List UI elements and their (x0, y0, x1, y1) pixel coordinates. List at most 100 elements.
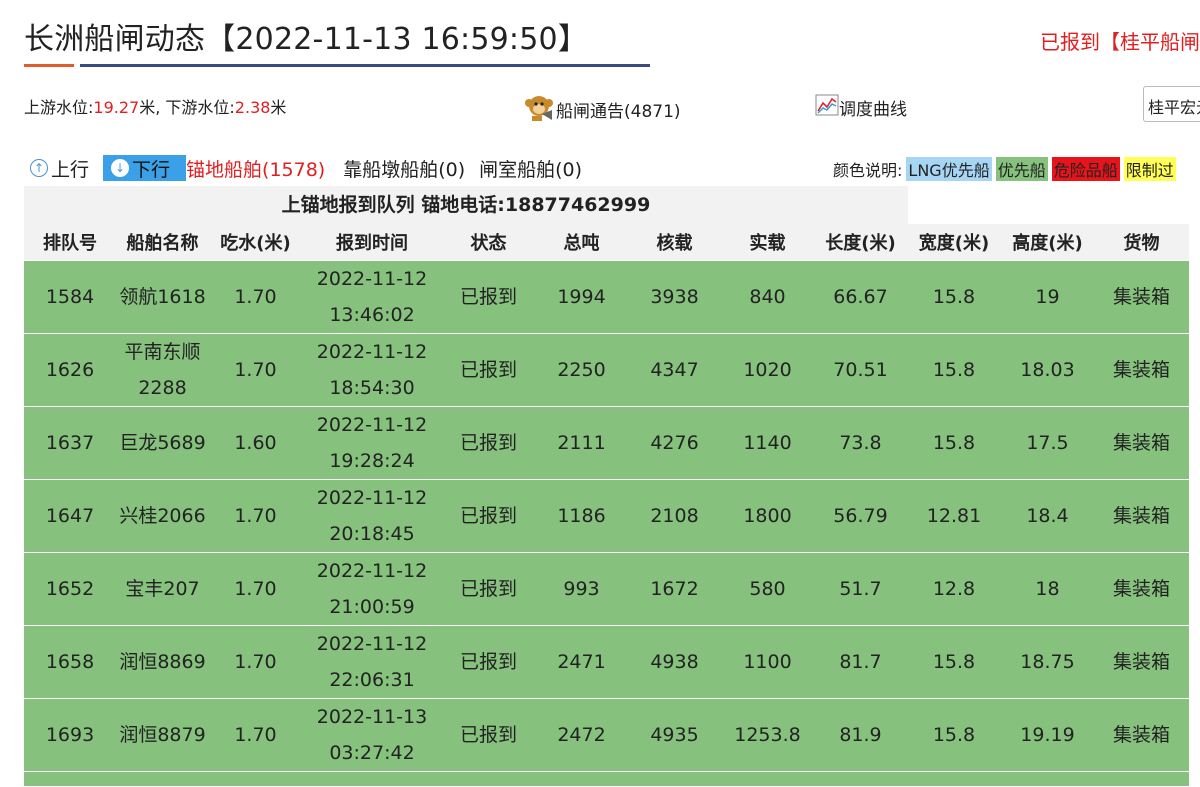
cell-draft: 1.70 (209, 625, 302, 699)
reported-status-link[interactable]: 已报到【桂平船闸 (1040, 26, 1200, 55)
cell-actual-load: 1800 (721, 479, 814, 553)
col-cargo[interactable]: 货物 (1094, 224, 1189, 261)
cell-cargo: 集装箱 (1094, 260, 1189, 334)
lock-notice-link[interactable]: 船闸通告(4871) (522, 92, 681, 127)
report-clock: 21:00:59 (329, 596, 415, 618)
table-row[interactable]: 1637 巨龙5689 1.60 2022-11-12 19:28:24 已报到 2111 4… (24, 406, 1189, 480)
title-underline-accent (24, 64, 74, 67)
col-actual-load[interactable]: 实载 (721, 224, 814, 261)
cell-cargo: 集装箱 (1094, 333, 1189, 407)
report-clock: 13:46:02 (329, 304, 415, 326)
cell-ship-name: 宝丰207 (116, 552, 209, 626)
cell-length: 73.8 (814, 406, 907, 480)
cell-height: 19 (1001, 260, 1094, 334)
direction-tabs: ↑ 上行 ↓ 下行 锚地船舶(1578) 靠船墩船舶(0) 闸室船舶(0) (30, 154, 596, 182)
table-row[interactable] (24, 771, 1189, 787)
col-status[interactable]: 状态 (442, 224, 535, 261)
report-date: 2022-11-12 (316, 414, 428, 436)
tab-upstream-label: 上行 (51, 158, 90, 181)
cell-actual-load: 1020 (721, 333, 814, 407)
cell-ship-name: 平南东顺 2288 (116, 333, 209, 407)
tab-anchorage-ships[interactable]: 锚地船舶(1578) (186, 155, 325, 182)
cell-status: 已报到 (442, 479, 535, 553)
col-rated-load[interactable]: 核载 (628, 224, 721, 261)
cell-width: 12.8 (907, 552, 1001, 626)
lock-select[interactable]: 桂平宏元 (1143, 86, 1200, 122)
col-draft[interactable]: 吃水(米) (209, 224, 302, 261)
queue-title: 上锚地报到队列 锚地电话:18877462999 (24, 186, 908, 224)
col-gross-tonnage[interactable]: 总吨 (535, 224, 628, 261)
tab-chamber-ships[interactable]: 闸室船舶(0) (479, 155, 582, 182)
water-level-info: 上游水位:19.27米, 下游水位:2.38米 (24, 94, 286, 118)
cell-empty (721, 771, 814, 787)
col-length[interactable]: 长度(米) (814, 224, 907, 261)
table-row[interactable]: 1693 润恒8879 1.70 2022-11-13 03:27:42 已报到 2472 4… (24, 698, 1189, 772)
col-queue-no[interactable]: 排队号 (24, 224, 116, 261)
tab-upstream[interactable]: ↑ 上行 (30, 155, 89, 182)
cell-draft: 1.70 (209, 260, 302, 334)
cell-status: 已报到 (442, 333, 535, 407)
dispatch-curve-link[interactable]: 调度曲线 (815, 94, 907, 121)
legend-priority: 优先船 (995, 157, 1048, 181)
col-width[interactable]: 宽度(米) (907, 224, 1001, 261)
cell-rated-load: 1672 (628, 552, 721, 626)
table-row[interactable]: 1647 兴桂2066 1.70 2022-11-12 20:18:45 已报到 1186 2… (24, 479, 1189, 553)
table-row[interactable]: 1626 平南东顺 2288 1.70 2022-11-12 18:54:30 已报到 225… (24, 333, 1189, 407)
cell-report-time: 2022-11-12 21:00:59 (302, 552, 442, 626)
cell-draft: 1.70 (209, 479, 302, 553)
report-date: 2022-11-12 (316, 341, 428, 363)
tab-berth-ships[interactable]: 靠船墩船舶(0) (343, 155, 465, 182)
col-ship-name[interactable]: 船舶名称 (116, 224, 209, 261)
cell-status: 已报到 (442, 625, 535, 699)
cell-width: 15.8 (907, 260, 1001, 334)
cell-width: 15.8 (907, 406, 1001, 480)
cell-cargo: 集装箱 (1094, 479, 1189, 553)
downstream-label: 米, 下游水位: (139, 98, 235, 117)
report-clock: 20:18:45 (329, 523, 415, 545)
arrow-down-icon: ↓ (111, 159, 130, 177)
cell-empty (24, 771, 116, 787)
ship-queue-table: 排队号 船舶名称 吃水(米) 报到时间 状态 总吨 核载 实载 长度(米) 宽度… (24, 224, 1189, 787)
report-clock: 22:06:31 (329, 669, 415, 691)
cell-queue-no: 1584 (24, 260, 116, 334)
legend-lng-priority: LNG优先船 (906, 157, 992, 181)
cell-empty (535, 771, 628, 787)
report-date: 2022-11-12 (316, 633, 428, 655)
unit-label: 米 (270, 98, 287, 117)
cell-gross-tonnage: 993 (535, 552, 628, 626)
cell-width: 15.8 (907, 625, 1001, 699)
cell-empty (628, 771, 721, 787)
title-underline (80, 64, 650, 67)
cell-report-time: 2022-11-12 22:06:31 (302, 625, 442, 699)
cell-cargo: 集装箱 (1094, 406, 1189, 480)
cell-actual-load: 580 (721, 552, 814, 626)
table-row[interactable]: 1652 宝丰207 1.70 2022-11-12 21:00:59 已报到 993 167… (24, 552, 1189, 626)
col-height[interactable]: 高度(米) (1001, 224, 1094, 261)
report-clock: 03:27:42 (329, 742, 415, 764)
cell-queue-no: 1647 (24, 479, 116, 553)
cell-draft: 1.70 (209, 698, 302, 772)
report-date: 2022-11-13 (316, 706, 428, 728)
cell-rated-load: 4938 (628, 625, 721, 699)
report-date: 2022-11-12 (316, 560, 428, 582)
cell-rated-load: 4276 (628, 406, 721, 480)
table-row[interactable]: 1584 领航1618 1.70 2022-11-12 13:46:02 已报到 1994 3… (24, 260, 1189, 334)
upstream-value: 19.27 (93, 98, 140, 117)
cell-empty (907, 771, 1001, 787)
cell-height: 18 (1001, 552, 1094, 626)
report-date: 2022-11-12 (316, 268, 428, 290)
ship-name-line1: 润恒8869 (119, 651, 206, 673)
cell-rated-load: 3938 (628, 260, 721, 334)
color-legend: 颜色说明: LNG优先船 优先船 危险品船 限制过 (833, 157, 1176, 181)
cell-draft: 1.70 (209, 552, 302, 626)
col-report-time[interactable]: 报到时间 (302, 224, 442, 261)
cell-length: 81.9 (814, 698, 907, 772)
cell-queue-no: 1637 (24, 406, 116, 480)
cell-rated-load: 4935 (628, 698, 721, 772)
tab-downstream[interactable]: ↓ 下行 (103, 155, 187, 181)
cell-report-time: 2022-11-12 18:54:30 (302, 333, 442, 407)
arrow-up-icon: ↑ (30, 159, 48, 177)
table-row[interactable]: 1658 润恒8869 1.70 2022-11-12 22:06:31 已报到 2471 4… (24, 625, 1189, 699)
cell-rated-load: 4347 (628, 333, 721, 407)
cell-cargo: 集装箱 (1094, 552, 1189, 626)
